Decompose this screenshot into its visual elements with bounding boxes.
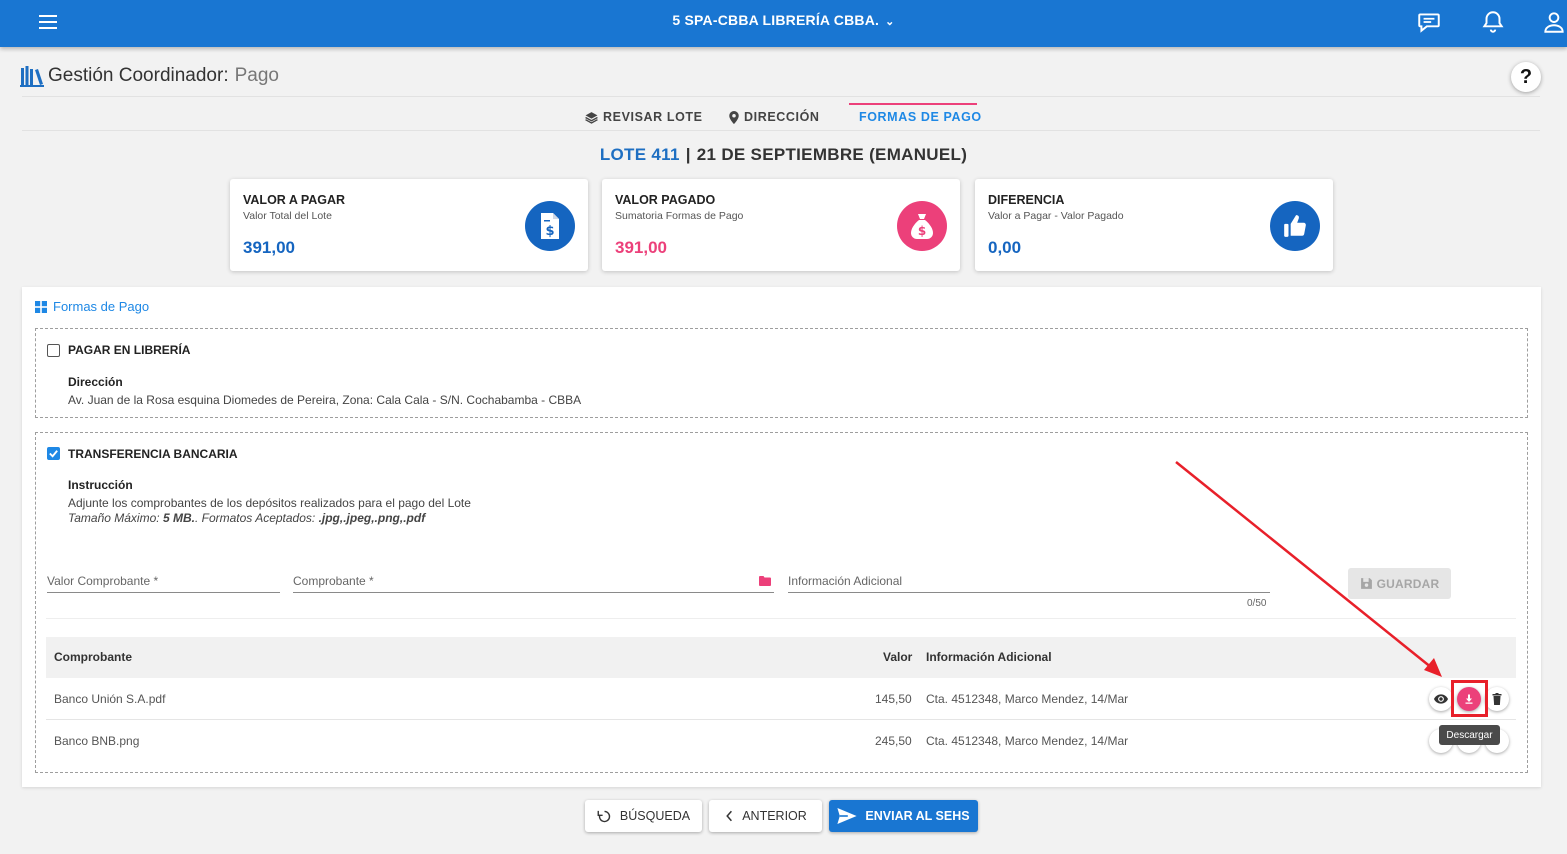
busqueda-button[interactable]: BÚSQUEDA	[585, 800, 702, 832]
anterior-button[interactable]: ANTERIOR	[709, 800, 822, 832]
enviar-sehs-button[interactable]: ENVIAR AL SEHS	[829, 800, 978, 832]
annotation-arrow	[1175, 461, 1442, 677]
chevron-left-icon	[726, 810, 733, 822]
undo-icon	[597, 810, 611, 822]
anterior-label: ANTERIOR	[742, 809, 807, 823]
enviar-label: ENVIAR AL SEHS	[865, 809, 970, 823]
busqueda-label: BÚSQUEDA	[619, 809, 691, 823]
send-icon	[837, 808, 858, 824]
